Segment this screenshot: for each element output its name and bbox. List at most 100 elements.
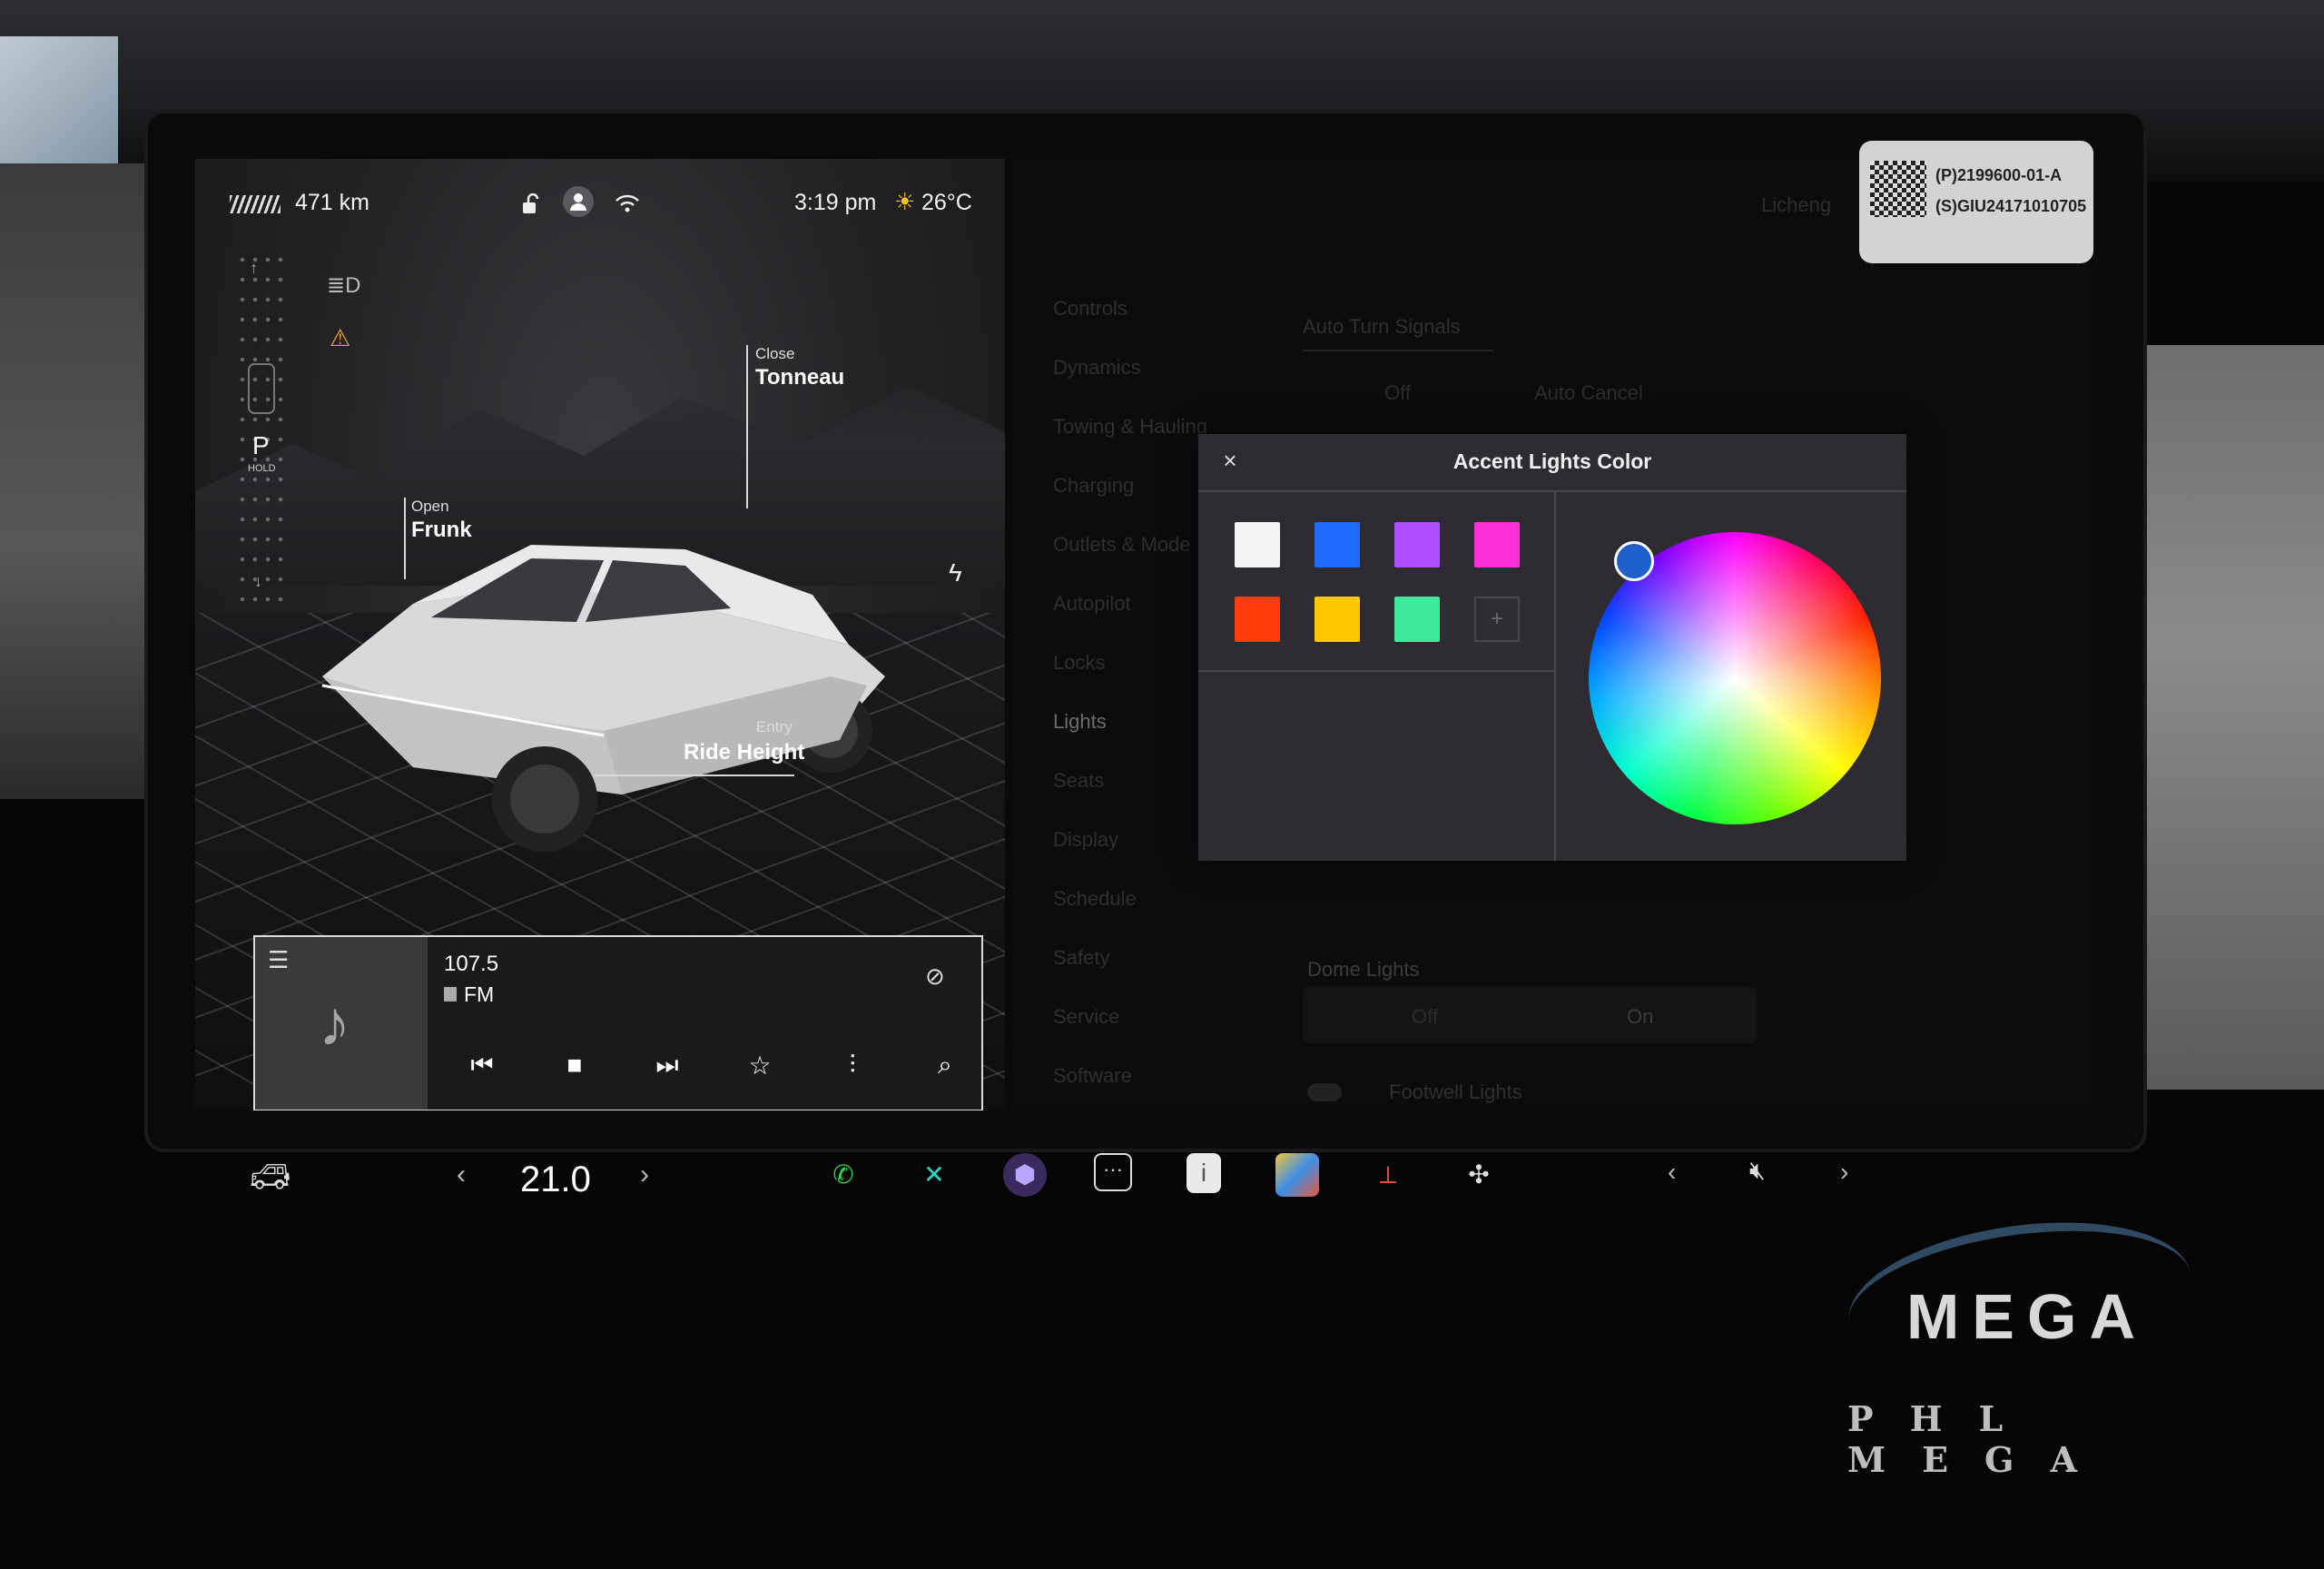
menu-service[interactable]: Service [1053,1005,1119,1029]
temp-decrease-icon[interactable]: ‹ [457,1159,466,1190]
radio-band-icon [444,987,457,1002]
camera-icon[interactable]: ⬢ [1003,1153,1047,1197]
car-icon[interactable]: 🚙︎ [250,1158,291,1196]
clock: 3:19 pm [794,190,877,215]
volume-increase-icon[interactable]: › [1840,1158,1848,1187]
menu-charging[interactable]: Charging [1053,474,1134,498]
sun-icon: ☀ [894,188,916,215]
color-wheel-handle[interactable] [1614,541,1654,581]
watermark-brand: MEGA [1906,1281,2148,1352]
ride-height-button[interactable]: Ride Height [684,740,804,765]
frunk-callout-line [404,498,406,579]
menu-dynamics[interactable]: Dynamics [1053,356,1141,380]
station-band: FM [464,982,495,1006]
cabin-temperature[interactable]: 21.0 [520,1159,591,1200]
accent-lights-color-dialog: Accent Lights Color × + [1198,434,1906,861]
wifi-icon[interactable] [615,193,640,218]
next-track-icon[interactable]: ⏭ [649,1051,685,1081]
tonneau-callout-line [746,345,748,508]
auto-turn-signals-heading: Auto Turn Signals [1303,315,1461,338]
profile-name[interactable]: Licheng [1761,193,1831,217]
dome-on-option[interactable]: On [1627,1005,1653,1029]
album-art[interactable]: ☰ ♪ [255,937,428,1110]
volume-decrease-icon[interactable]: ‹ [1668,1158,1676,1187]
arrow-down-icon: ↓ [254,572,262,590]
swatch-white[interactable] [1235,522,1280,567]
swatch-yellow[interactable] [1315,597,1360,642]
driver-profile-icon[interactable] [563,186,594,217]
menu-towing[interactable]: Towing & Hauling [1053,415,1207,439]
turn-signal-auto-cancel-option[interactable]: Auto Cancel [1534,381,1643,405]
unlock-icon[interactable] [520,192,540,220]
mute-icon[interactable]: 🔇︎ [1749,1156,1766,1186]
menu-safety[interactable]: Safety [1053,946,1109,970]
menu-locks[interactable]: Locks [1053,651,1105,675]
gear-car-icon [248,363,275,414]
charge-port-icon[interactable]: ϟ [949,558,962,587]
equalizer-icon[interactable]: ⫶ [834,1051,871,1081]
media-list-icon[interactable]: ☰ [268,946,289,974]
vehicle-panel: 471 km 3:19 pm ☀ 26°C ↑ P HOLD ↓ ≣D ⚠ Cl… [195,159,1005,1110]
footwell-lights-label: Footwell Lights [1389,1081,1522,1103]
menu-software[interactable]: Software [1053,1064,1132,1088]
shuffle-icon[interactable]: ✕ [912,1153,956,1197]
photos-icon[interactable] [1275,1153,1319,1197]
range-readout: 471 km [295,190,369,215]
dialog-title: Accent Lights Color [1452,449,1652,473]
station-frequency: 107.5 [444,952,499,976]
heading-underline [1303,350,1493,351]
swatch-green[interactable] [1394,597,1440,642]
add-swatch-button[interactable]: + [1474,597,1520,642]
gear-indicator: P [252,431,270,459]
serial-sticker: (P)2199600-01-A (S)GIU24171010705 [1859,141,2093,263]
frunk-button[interactable]: Frunk [411,518,472,543]
bottom-dock: 🚙︎ ‹ 21.0 › ✆ ✕ ⬢ ··· i ⟂ ✣ ‹ 🔇︎ › [195,1130,2097,1230]
more-apps-icon[interactable]: ··· [1094,1153,1132,1191]
swatch-red[interactable] [1235,597,1280,642]
favorite-star-icon[interactable]: ☆ [742,1051,778,1081]
dome-lights-selector[interactable] [1303,987,1757,1043]
menu-outlets[interactable]: Outlets & Mode [1053,533,1191,557]
tonneau-button[interactable]: Tonneau [755,365,844,390]
tonneau-action[interactable]: Close [755,345,794,363]
battery-range-icon [230,195,281,213]
manual-icon[interactable]: i [1187,1153,1221,1193]
temp-increase-icon[interactable]: › [640,1159,649,1190]
menu-seats[interactable]: Seats [1053,769,1104,793]
qr-code-icon [1870,161,1926,217]
search-icon[interactable]: ⌕ [927,1051,963,1081]
dome-lights-heading: Dome Lights [1307,958,1420,981]
menu-schedule[interactable]: Schedule [1053,887,1137,911]
menu-lights[interactable]: Lights [1053,710,1107,734]
close-icon[interactable]: × [1216,447,1244,475]
fan-icon[interactable]: ✣ [1457,1153,1501,1197]
turn-signal-off-option[interactable]: Off [1384,381,1411,405]
phone-icon[interactable]: ✆ [822,1153,865,1197]
swatch-purple[interactable] [1394,522,1440,567]
dome-off-option[interactable]: Off [1412,1005,1438,1029]
menu-display[interactable]: Display [1053,828,1118,852]
gear-hold-label: HOLD [248,463,276,474]
stop-icon[interactable]: ■ [556,1051,593,1080]
auto-headlight-icon: ≣D [327,273,361,298]
swatch-magenta[interactable] [1474,522,1520,567]
sticker-serial-number: (S)GIU24171010705 [1935,197,2087,215]
arrow-up-icon: ↑ [250,259,258,277]
swatch-blue[interactable] [1315,522,1360,567]
watermark-subtitle: PHL MEGA [1847,1398,2113,1480]
menu-controls[interactable]: Controls [1053,297,1128,321]
joystick-icon[interactable]: ⟂ [1366,1153,1410,1197]
ride-height-callout-line [595,775,794,776]
media-player: ☰ ♪ 107.5 FM ⊘ ⏮ ■ ⏭ ☆ ⫶ ⌕ [253,935,983,1110]
menu-autopilot[interactable]: Autopilot [1053,592,1131,616]
swatch-divider [1198,670,1554,672]
cybertruck-model[interactable] [304,495,940,876]
previous-track-icon[interactable]: ⏮ [464,1051,500,1081]
ride-height-action[interactable]: Entry [756,718,793,736]
frunk-action[interactable]: Open [411,498,449,516]
sticker-part-number: (P)2199600-01-A [1935,166,2063,184]
music-note-icon: ♪ [319,988,350,1059]
seatbelt-warning-icon: ⚠ [330,324,351,351]
outside-temperature: 26°C [921,190,972,215]
footwell-lights-toggle[interactable] [1307,1083,1342,1101]
